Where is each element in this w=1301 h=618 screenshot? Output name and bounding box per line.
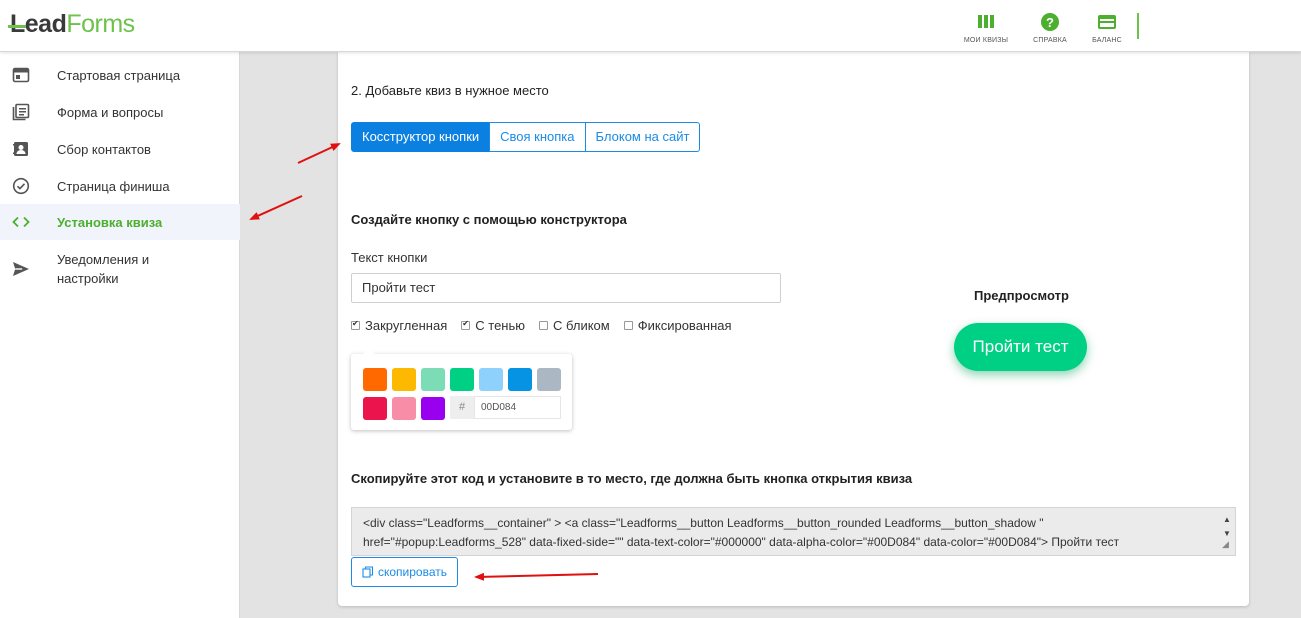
embed-code-textarea[interactable]: <div class="Leadforms__container" > <a c…: [351, 507, 1236, 556]
code-icon: [12, 216, 30, 228]
tab-button-constructor[interactable]: Косструктор кнопки: [351, 122, 491, 152]
top-header: LeadForms МОИ КВИЗЫ ? СПРАВКА БАЛАНС: [0, 0, 1301, 52]
hex-color-input[interactable]: 00D084: [474, 396, 561, 419]
color-swatch[interactable]: [392, 368, 416, 391]
svg-text:?: ?: [1046, 15, 1054, 30]
code-line: <div class="Leadforms__container" > <a c…: [363, 516, 1044, 530]
nav-balance[interactable]: БАЛАНС: [1077, 12, 1137, 44]
preview-button[interactable]: Пройти тест: [954, 323, 1087, 371]
check-circle-icon: [12, 177, 30, 195]
sidebar-item-start-page[interactable]: Стартовая страница: [0, 65, 240, 85]
resize-grip-icon[interactable]: ◢: [1222, 535, 1229, 554]
color-swatch[interactable]: [479, 368, 503, 391]
color-palette: # 00D084: [351, 348, 572, 430]
color-swatch[interactable]: [450, 368, 474, 391]
option-shadow[interactable]: С тенью: [461, 318, 525, 333]
step-title: 2. Добавьте квиз в нужное место: [351, 83, 549, 98]
grid-icon: [978, 15, 994, 28]
color-swatch[interactable]: [537, 368, 561, 391]
help-icon: ?: [1041, 13, 1059, 31]
install-type-tabs: Косструктор кнопки Своя кнопка Блоком на…: [351, 122, 701, 152]
constructor-title: Создайте кнопку с помощью конструктора: [351, 212, 627, 227]
color-swatch[interactable]: [363, 368, 387, 391]
button-text-label: Текст кнопки: [351, 250, 428, 265]
fixed-checkbox[interactable]: [623, 321, 633, 330]
shadow-checkbox[interactable]: [461, 319, 471, 330]
copy-icon: [362, 566, 374, 578]
install-card: 2. Добавьте квиз в нужное место Косструк…: [338, 52, 1249, 606]
color-swatch[interactable]: [508, 368, 532, 391]
palette-pointer: [363, 348, 375, 354]
contact-icon: [13, 142, 28, 156]
annotation-arrow: [297, 143, 341, 164]
sidebar-item-install-quiz[interactable]: Установка квиза: [0, 204, 240, 240]
rounded-checkbox[interactable]: [351, 319, 360, 330]
sidebar: Стартовая страница Форма и вопросы Сбор …: [0, 52, 240, 618]
color-swatch[interactable]: [363, 397, 387, 420]
window-icon: [12, 67, 30, 83]
glare-checkbox[interactable]: [539, 321, 549, 330]
annotation-arrow: [249, 195, 303, 220]
preview-title: Предпросмотр: [974, 288, 1069, 303]
color-swatch[interactable]: [421, 368, 445, 391]
leadforms-logo[interactable]: LeadForms: [10, 10, 135, 39]
color-swatch[interactable]: [392, 397, 416, 420]
textarea-scrollbar[interactable]: ▲ ▼ ◢: [1219, 508, 1235, 555]
nav-my-quizzes[interactable]: МОИ КВИЗЫ: [956, 12, 1016, 44]
tab-site-block[interactable]: Блоком на сайт: [584, 122, 701, 152]
option-fixed[interactable]: Фиксированная: [623, 318, 732, 333]
tab-own-button[interactable]: Своя кнопка: [489, 122, 586, 152]
hex-prefix: #: [450, 396, 474, 419]
button-text-input[interactable]: Пройти тест: [351, 273, 781, 303]
button-options: Закругленная С тенью С бликом Фиксирован…: [351, 318, 746, 333]
send-icon: [13, 262, 29, 276]
code-line: href="#popup:Leadforms_528" data-fixed-s…: [363, 535, 1120, 549]
sidebar-item-form-questions[interactable]: Форма и вопросы: [0, 102, 240, 122]
sidebar-item-notifications[interactable]: Уведомления и настройки: [0, 249, 240, 289]
wallet-icon: [1098, 15, 1116, 29]
option-glare[interactable]: С бликом: [539, 318, 610, 333]
color-swatch[interactable]: [421, 397, 445, 420]
nav-help[interactable]: ? СПРАВКА: [1020, 12, 1080, 44]
list-icon: [12, 103, 30, 121]
sidebar-item-contacts[interactable]: Сбор контактов: [0, 139, 240, 159]
logo-mark: [8, 25, 26, 28]
header-divider: [1137, 13, 1139, 39]
sidebar-item-finish-page[interactable]: Страница финиша: [0, 176, 240, 196]
option-rounded[interactable]: Закругленная: [351, 318, 447, 333]
code-title: Скопируйте этот код и установите в то ме…: [351, 471, 913, 486]
copy-button[interactable]: скопировать: [351, 557, 459, 587]
